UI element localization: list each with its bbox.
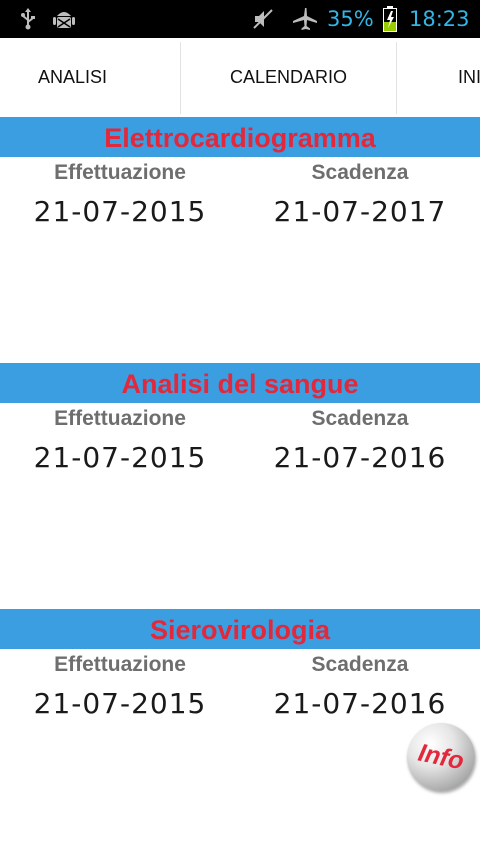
exam-card[interactable]: Elettrocardiogramma Effettuazione 21-07-… xyxy=(0,117,480,362)
battery-percent: 35% xyxy=(327,7,374,31)
tab-calendario[interactable]: CALENDARIO xyxy=(181,38,396,116)
performed-label: Effettuazione xyxy=(54,161,186,184)
battery-charging-icon xyxy=(380,0,400,38)
tab-divider xyxy=(396,42,397,114)
tab-analisi[interactable]: ANALISI xyxy=(0,38,145,116)
expiry-date: 21-07-2017 xyxy=(273,195,447,228)
exam-title: Analisi del sangue xyxy=(0,363,480,403)
airplane-mode-icon xyxy=(290,0,320,38)
exam-title: Elettrocardiogramma xyxy=(0,117,480,157)
usb-icon xyxy=(16,0,40,38)
expiry-label: Scadenza xyxy=(311,407,409,430)
expiry-date: 21-07-2016 xyxy=(273,441,447,474)
android-debug-icon xyxy=(50,0,78,38)
tab-bar: ANALISI CALENDARIO INI xyxy=(0,38,480,116)
exam-card[interactable]: Sierovirologia Effettuazione 21-07-2015 … xyxy=(0,609,480,854)
muted-icon xyxy=(250,0,276,38)
info-button[interactable]: Info xyxy=(407,723,475,791)
performed-date: 21-07-2015 xyxy=(33,687,207,720)
expiry-label: Scadenza xyxy=(311,653,409,676)
performed-date: 21-07-2015 xyxy=(33,441,207,474)
tab-info-partial[interactable]: INI xyxy=(458,38,480,116)
performed-date: 21-07-2015 xyxy=(33,195,207,228)
status-bar: 35% 18:23 xyxy=(0,0,480,38)
exam-title: Sierovirologia xyxy=(0,609,480,649)
performed-label: Effettuazione xyxy=(54,407,186,430)
info-button-label: Info xyxy=(415,738,467,775)
expiry-label: Scadenza xyxy=(311,161,409,184)
expiry-date: 21-07-2016 xyxy=(273,687,447,720)
exam-card[interactable]: Analisi del sangue Effettuazione 21-07-2… xyxy=(0,363,480,608)
performed-label: Effettuazione xyxy=(54,653,186,676)
clock: 18:23 xyxy=(409,7,470,31)
